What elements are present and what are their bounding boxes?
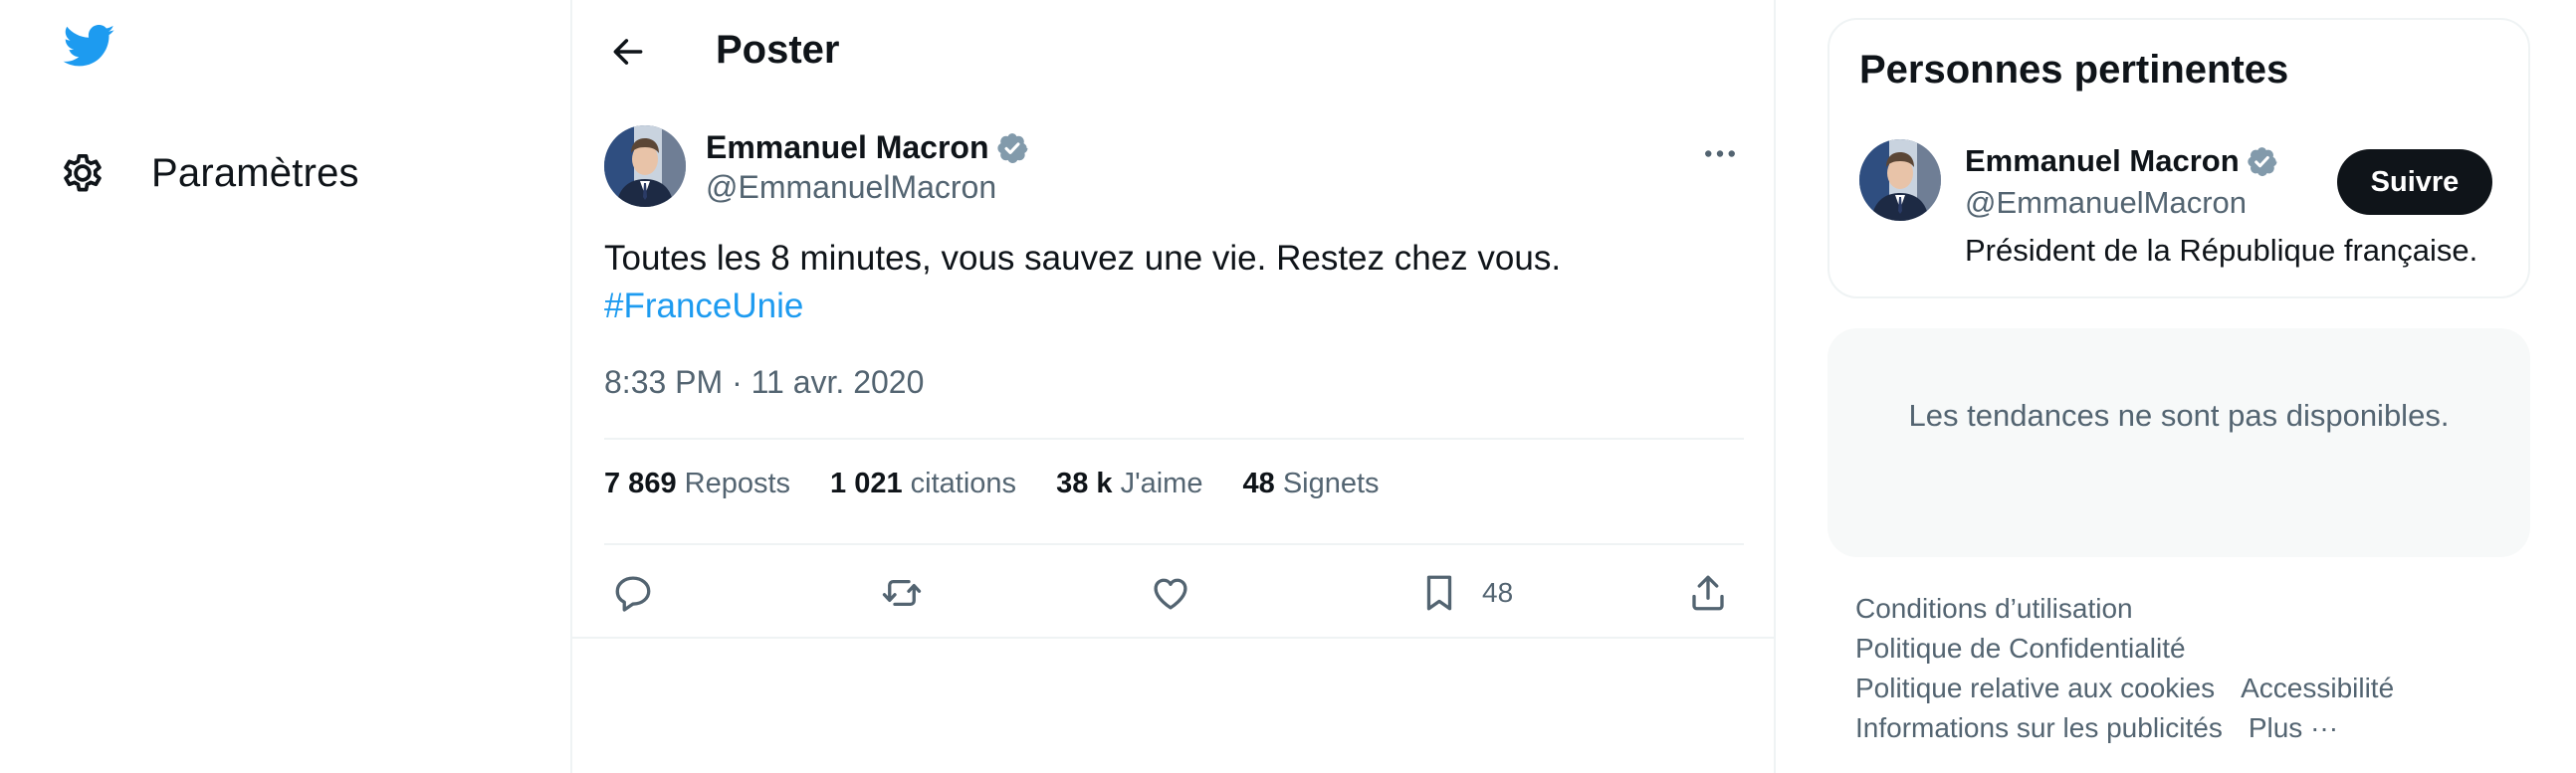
nav-settings[interactable]: Paramètres [58, 141, 359, 205]
left-navigation: Paramètres [0, 0, 570, 773]
reposts-label: Reposts [684, 468, 791, 499]
repost-button[interactable] [881, 563, 923, 623]
likes-count: 38 k [1056, 468, 1113, 499]
bookmark-button[interactable]: 48 [1418, 563, 1513, 623]
reply-button[interactable] [612, 563, 654, 623]
repost-icon [882, 579, 922, 607]
author-handle[interactable]: @EmmanuelMacron [706, 169, 996, 206]
divider [572, 637, 1774, 639]
more-button[interactable] [1696, 133, 1744, 173]
page-title: Poster [716, 28, 840, 72]
author-row: Emmanuel Macron [706, 129, 1029, 166]
follow-button[interactable]: Suivre [2337, 149, 2492, 215]
tweet-stats: 7 869 Reposts 1 021 citations 38 k J'aim… [604, 468, 1419, 500]
person-handle[interactable]: @EmmanuelMacron [1965, 185, 2247, 221]
verified-badge-icon[interactable] [995, 131, 1029, 165]
bookmarks-count: 48 [1242, 468, 1275, 499]
avatar-photo [604, 125, 686, 207]
avatar[interactable] [1859, 139, 1941, 221]
quotes-label: citations [910, 468, 1017, 499]
author-name[interactable]: Emmanuel Macron [706, 129, 989, 166]
gear-icon [64, 154, 102, 192]
bookmark-icon [1426, 575, 1452, 611]
avatar-photo [1859, 139, 1941, 221]
main-column: Poster Emmanuel Macron @EmmanuelMacron T… [570, 0, 1776, 773]
reposts-count: 7 869 [604, 468, 677, 499]
share-icon [1692, 575, 1724, 611]
tweet-timestamp[interactable]: 8:33 PM · 11 avr. 2020 [604, 364, 924, 401]
arrow-left-icon [613, 39, 643, 65]
tweet-actions: 48 [604, 563, 1744, 623]
likes-label: J'aime [1120, 468, 1203, 499]
person-bio: Président de la République française. [1965, 233, 2478, 268]
tweet-body: Toutes les 8 minutes, vous sauvez une vi… [604, 239, 1562, 278]
footer-terms-link[interactable]: Conditions d’utilisation [1855, 593, 2133, 625]
hashtag-link[interactable]: #FranceUnie [604, 287, 803, 325]
bookmarks-label: Signets [1282, 468, 1380, 499]
footer-more-link[interactable]: Plus ··· [2249, 712, 2338, 744]
page-header: Poster [572, 0, 1774, 103]
stat-quotes[interactable]: 1 021 citations [830, 468, 1016, 500]
footer-accessibility-link[interactable]: Accessibilité [2241, 673, 2394, 704]
relevant-people-card: Personnes pertinentes Emmanuel Macron @E… [1827, 18, 2530, 298]
stat-reposts[interactable]: 7 869 Reposts [604, 468, 790, 500]
relevant-people-title: Personnes pertinentes [1859, 48, 2289, 92]
more-horizontal-icon [1705, 149, 1735, 157]
person-name-row: Emmanuel Macron [1965, 143, 2278, 179]
footer-ads-info-link[interactable]: Informations sur les publicités [1855, 712, 2223, 744]
heart-icon [1154, 578, 1187, 610]
footer-privacy-link[interactable]: Politique de Confidentialité [1855, 633, 2186, 665]
back-button[interactable] [602, 26, 654, 78]
reply-icon [615, 576, 651, 612]
twitter-bird-icon[interactable] [60, 20, 119, 72]
share-button[interactable] [1687, 563, 1729, 623]
bookmark-count: 48 [1482, 577, 1514, 608]
like-button[interactable] [1150, 563, 1191, 623]
trends-unavailable-message: Les tendances ne sont pas disponibles. [1908, 398, 2450, 433]
divider [604, 438, 1744, 440]
avatar[interactable] [604, 125, 686, 207]
footer-cookies-link[interactable]: Politique relative aux cookies [1855, 673, 2215, 704]
footer-links: Conditions d’utilisation Politique de Co… [1855, 589, 2532, 748]
nav-settings-label: Paramètres [151, 150, 359, 195]
trends-card: Les tendances ne sont pas disponibles. [1827, 328, 2530, 557]
stat-likes[interactable]: 38 k J'aime [1056, 468, 1202, 500]
divider [604, 543, 1744, 545]
quotes-count: 1 021 [830, 468, 903, 499]
stat-bookmarks[interactable]: 48 Signets [1242, 468, 1379, 500]
person-name[interactable]: Emmanuel Macron [1965, 143, 2240, 179]
tweet-text: Toutes les 8 minutes, vous sauvez une vi… [604, 235, 1699, 330]
verified-badge-icon[interactable] [2246, 145, 2278, 178]
